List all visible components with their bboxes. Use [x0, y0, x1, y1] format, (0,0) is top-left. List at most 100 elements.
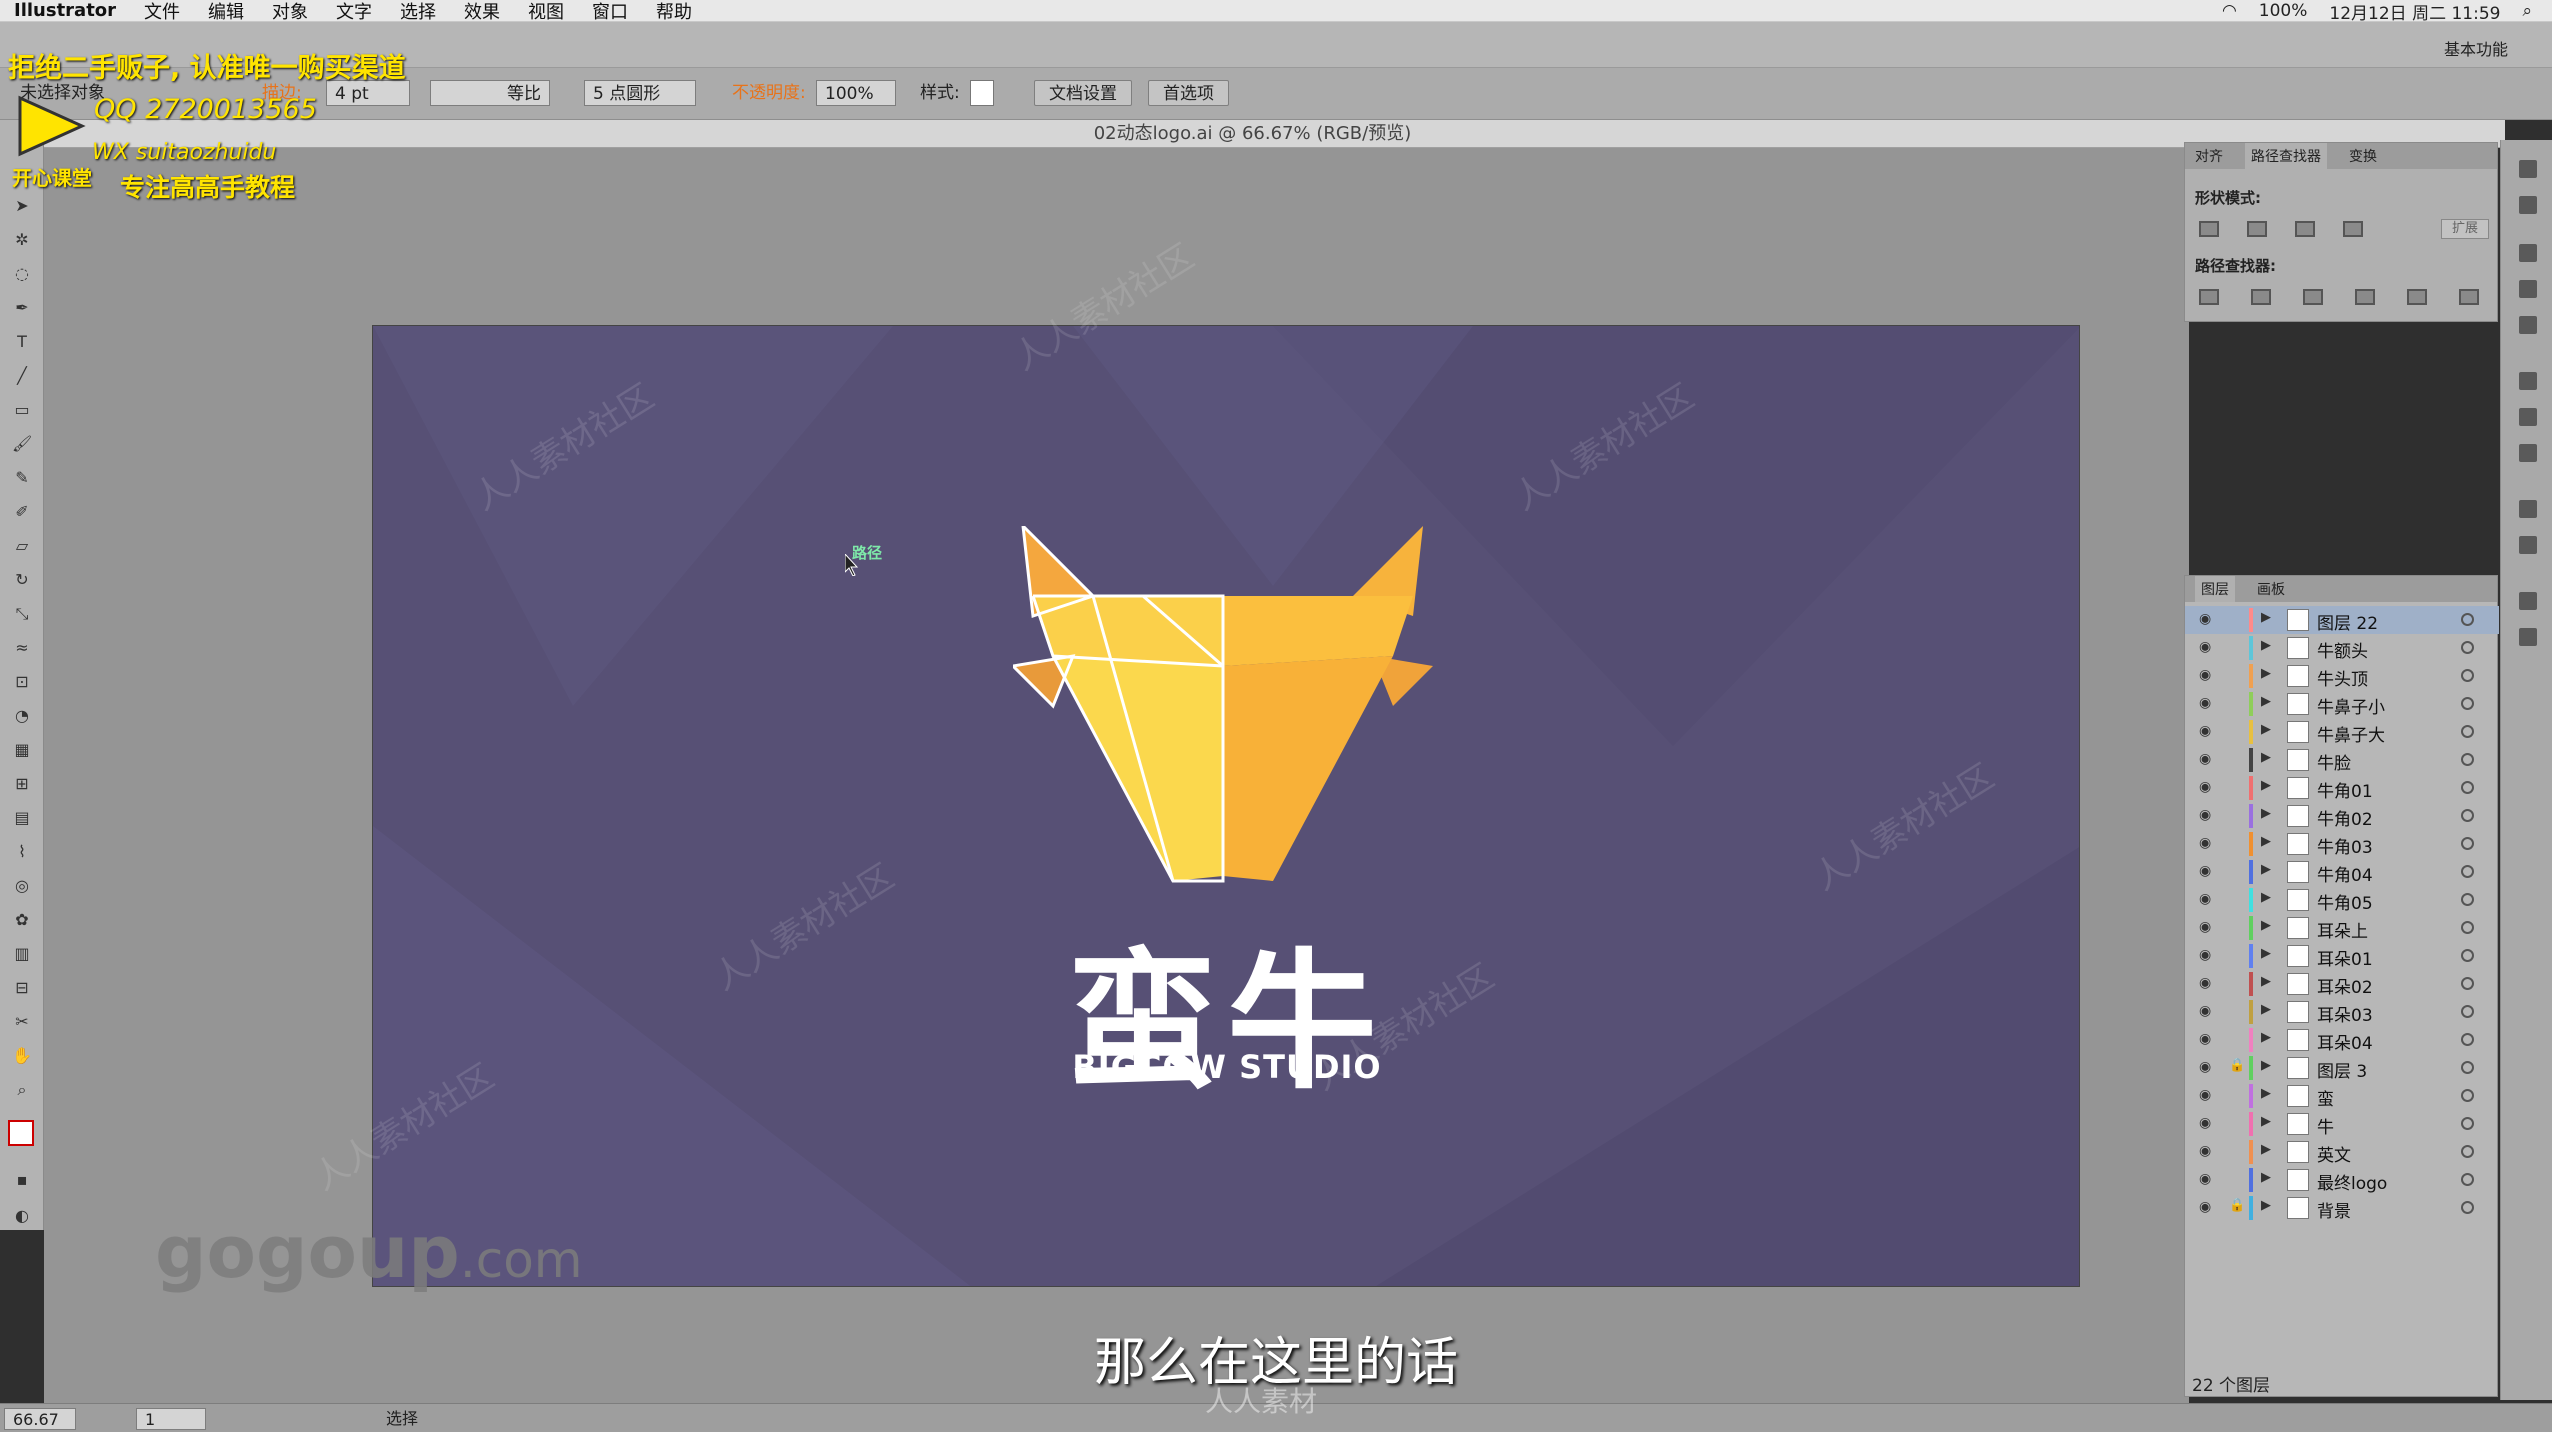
symbols-icon[interactable] [2519, 316, 2537, 334]
merge-icon[interactable] [2303, 289, 2323, 305]
menu-file[interactable]: 文件 [144, 0, 180, 24]
draw-mode-icon[interactable]: ◐ [12, 1206, 32, 1226]
color-panel-icon[interactable] [2519, 160, 2537, 178]
menu-app[interactable]: Illustrator [14, 0, 116, 21]
warp-tool-icon[interactable]: ≈ [12, 638, 32, 658]
expand-arrow-icon[interactable]: ▶ [2261, 1114, 2271, 1129]
layer-row[interactable]: ◉ ▶ 牛角03 [2185, 830, 2499, 858]
target-circle-icon[interactable] [2461, 725, 2474, 738]
eraser-icon[interactable]: ▱ [12, 536, 32, 556]
layer-row[interactable]: ◉ ▶ 最终logo [2185, 1166, 2499, 1194]
symbol-sprayer-icon[interactable]: ✿ [12, 910, 32, 930]
visibility-eye-icon[interactable]: ◉ [2199, 1144, 2215, 1158]
paintbrush-icon[interactable]: 🖌 [12, 434, 32, 454]
graphic-styles-icon[interactable] [2519, 536, 2537, 554]
target-circle-icon[interactable] [2461, 1145, 2474, 1158]
layer-row[interactable]: ◉ ▶ 耳朵03 [2185, 998, 2499, 1026]
visibility-eye-icon[interactable]: ◉ [2199, 752, 2215, 766]
visibility-eye-icon[interactable]: ◉ [2199, 1116, 2215, 1130]
expand-arrow-icon[interactable]: ▶ [2261, 1086, 2271, 1101]
pen-tool-icon[interactable]: ✒ [12, 298, 32, 318]
brushes-icon[interactable] [2519, 280, 2537, 298]
layer-row[interactable]: ◉ 🔒 ▶ 图层 3 [2185, 1054, 2499, 1082]
target-circle-icon[interactable] [2461, 1173, 2474, 1186]
expand-arrow-icon[interactable]: ▶ [2261, 862, 2271, 877]
target-circle-icon[interactable] [2461, 949, 2474, 962]
target-circle-icon[interactable] [2461, 669, 2474, 682]
hand-tool-icon[interactable]: ✋ [12, 1046, 32, 1066]
lock-icon[interactable]: 🔒 [2229, 1198, 2245, 1213]
eyedropper-icon[interactable]: ⌇ [12, 842, 32, 862]
target-circle-icon[interactable] [2461, 977, 2474, 990]
menu-view[interactable]: 视图 [528, 0, 564, 24]
outline-icon[interactable] [2407, 289, 2427, 305]
layer-row[interactable]: ◉ ▶ 牛鼻子大 [2185, 718, 2499, 746]
target-circle-icon[interactable] [2461, 613, 2474, 626]
visibility-eye-icon[interactable]: ◉ [2199, 1004, 2215, 1018]
zoom-tool-icon[interactable]: ⌕ [12, 1080, 32, 1100]
layer-row[interactable]: ◉ ▶ 图层 22 [2185, 606, 2499, 634]
fill-swatch-icon[interactable] [8, 1120, 34, 1146]
layer-row[interactable]: ◉ ▶ 牛脸 [2185, 746, 2499, 774]
visibility-eye-icon[interactable]: ◉ [2199, 724, 2215, 738]
pencil-icon[interactable]: ✎ [12, 468, 32, 488]
expand-arrow-icon[interactable]: ▶ [2261, 1002, 2271, 1017]
layer-row[interactable]: ◉ ▶ 牛头顶 [2185, 662, 2499, 690]
target-circle-icon[interactable] [2461, 1033, 2474, 1046]
layer-row[interactable]: ◉ ▶ 牛角02 [2185, 802, 2499, 830]
layer-row[interactable]: ◉ ▶ 牛鼻子小 [2185, 690, 2499, 718]
slice-tool-icon[interactable]: ✂ [12, 1012, 32, 1032]
graph-tool-icon[interactable]: ▥ [12, 944, 32, 964]
visibility-eye-icon[interactable]: ◉ [2199, 808, 2215, 822]
expand-arrow-icon[interactable]: ▶ [2261, 722, 2271, 737]
free-transform-icon[interactable]: ⊡ [12, 672, 32, 692]
expand-arrow-icon[interactable]: ▶ [2261, 750, 2271, 765]
expand-arrow-icon[interactable]: ▶ [2261, 638, 2271, 653]
expand-arrow-icon[interactable]: ▶ [2261, 974, 2271, 989]
layer-row[interactable]: ◉ ▶ 牛 [2185, 1110, 2499, 1138]
tab-artboards[interactable]: 画板 [2257, 579, 2285, 599]
visibility-eye-icon[interactable]: ◉ [2199, 1172, 2215, 1186]
menu-effect[interactable]: 效果 [464, 0, 500, 24]
visibility-eye-icon[interactable]: ◉ [2199, 668, 2215, 682]
target-circle-icon[interactable] [2461, 1117, 2474, 1130]
target-circle-icon[interactable] [2461, 697, 2474, 710]
visibility-eye-icon[interactable]: ◉ [2199, 892, 2215, 906]
target-circle-icon[interactable] [2461, 837, 2474, 850]
intersect-icon[interactable] [2295, 221, 2315, 237]
expand-arrow-icon[interactable]: ▶ [2261, 666, 2271, 681]
expand-arrow-icon[interactable]: ▶ [2261, 610, 2271, 625]
target-circle-icon[interactable] [2461, 921, 2474, 934]
visibility-eye-icon[interactable]: ◉ [2199, 780, 2215, 794]
menu-select[interactable]: 选择 [400, 0, 436, 24]
crop-icon[interactable] [2355, 289, 2375, 305]
magic-wand-icon[interactable]: ✲ [12, 230, 32, 250]
target-circle-icon[interactable] [2461, 809, 2474, 822]
minus-front-icon[interactable] [2247, 221, 2267, 237]
line-tool-icon[interactable]: ╱ [12, 366, 32, 386]
layer-row[interactable]: ◉ ▶ 牛额头 [2185, 634, 2499, 662]
layer-row[interactable]: ◉ ▶ 耳朵04 [2185, 1026, 2499, 1054]
visibility-eye-icon[interactable]: ◉ [2199, 864, 2215, 878]
expand-arrow-icon[interactable]: ▶ [2261, 1170, 2271, 1185]
menu-object[interactable]: 对象 [272, 0, 308, 24]
visibility-eye-icon[interactable]: ◉ [2199, 1032, 2215, 1046]
tab-align[interactable]: 对齐 [2195, 146, 2223, 166]
tab-transform[interactable]: 变换 [2349, 146, 2377, 166]
exclude-icon[interactable] [2343, 221, 2363, 237]
tab-layers[interactable]: 图层 [2195, 576, 2235, 602]
target-circle-icon[interactable] [2461, 1005, 2474, 1018]
type-tool-icon[interactable]: T [12, 332, 32, 352]
blend-tool-icon[interactable]: ◎ [12, 876, 32, 896]
layers-icon[interactable] [2519, 592, 2537, 610]
expand-arrow-icon[interactable]: ▶ [2261, 778, 2271, 793]
trim-icon[interactable] [2251, 289, 2271, 305]
gradient-icon[interactable] [2519, 408, 2537, 426]
expand-arrow-icon[interactable]: ▶ [2261, 834, 2271, 849]
target-circle-icon[interactable] [2461, 1201, 2474, 1214]
color-mode-icon[interactable]: ▪ [12, 1170, 32, 1190]
visibility-eye-icon[interactable]: ◉ [2199, 836, 2215, 850]
workspace-switcher[interactable]: 基本功能 [2444, 36, 2508, 60]
layer-row[interactable]: ◉ ▶ 牛角05 [2185, 886, 2499, 914]
opacity-field[interactable]: 100% [816, 80, 896, 106]
